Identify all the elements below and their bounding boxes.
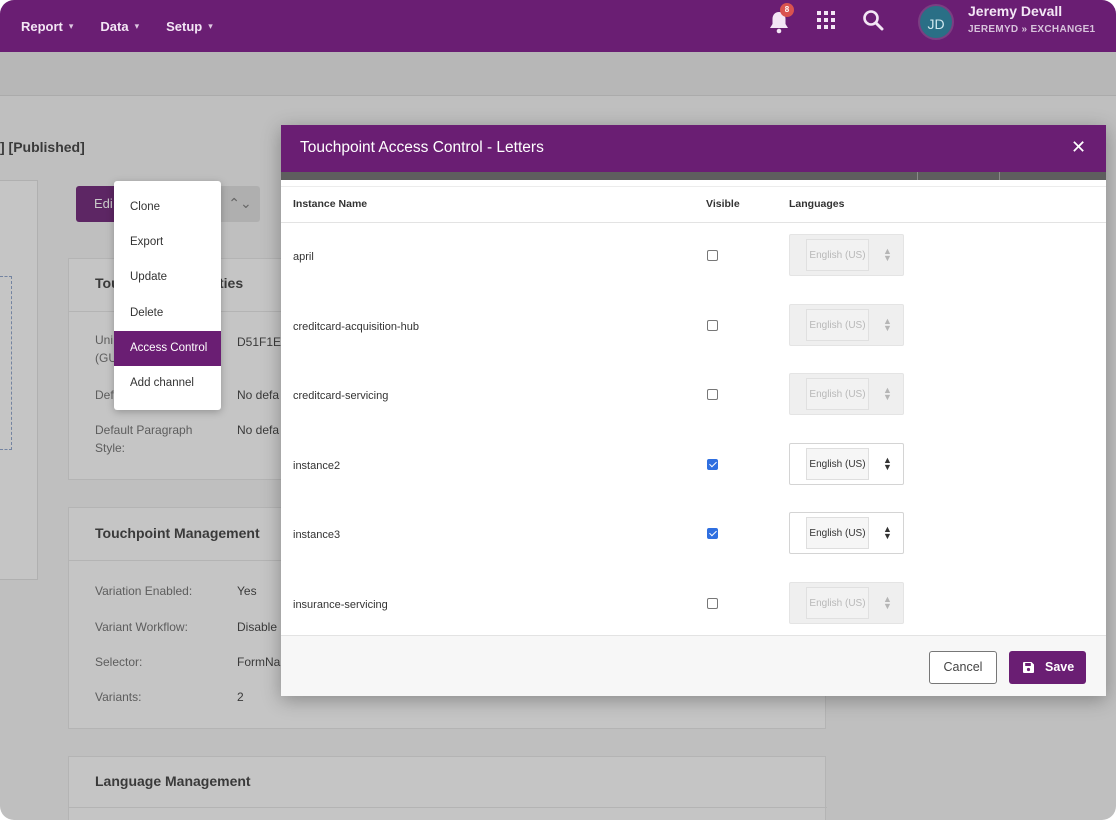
table-row: creditcard-servicing English (US) ▲ ▼ [281, 362, 1106, 432]
table-row: creditcard-acquisition-hub English (US) … [281, 293, 1106, 363]
instance-name: insurance-servicing [293, 598, 388, 611]
menu-item-export[interactable]: Export [114, 225, 221, 260]
menu-item-access-control[interactable]: Access Control [114, 331, 221, 366]
menu-item-add-channel[interactable]: Add channel [114, 366, 221, 401]
top-nav: Report ▾ Data ▾ Setup ▾ 8 JD Jeremy Deva… [0, 0, 1116, 52]
sort-arrows-icon: ▲ ▼ [883, 385, 892, 402]
instance-name: creditcard-acquisition-hub [293, 320, 419, 333]
sort-arrows-icon: ▲ ▼ [883, 246, 892, 263]
instance-name: instance3 [293, 529, 341, 541]
cancel-button[interactable]: Cancel [929, 651, 997, 684]
sort-arrows-icon: ▲ ▼ [883, 593, 892, 611]
language-select-value: English (US) [806, 239, 869, 271]
column-header-instance-name: Instance Name [293, 198, 368, 210]
app-window: Report ▾ Data ▾ Setup ▾ 8 JD Jeremy Deva… [0, 0, 1116, 820]
save-button[interactable]: Save [1009, 651, 1086, 684]
table-row: april English (US) ▲ ▼ [281, 223, 1106, 293]
modal-footer: Cancel Save [281, 635, 1106, 696]
language-select-value: English (US) [806, 378, 869, 410]
visible-checkbox[interactable] [707, 319, 718, 331]
table-row: insurance-servicing English (US) ▲ ▼ [281, 571, 1106, 641]
floppy-disk-icon [1023, 662, 1034, 673]
menu-item-delete[interactable]: Delete [114, 296, 221, 331]
modal-header: Touchpoint Access Control - Letters ✕ [281, 125, 1106, 172]
divider [281, 180, 1106, 187]
column-header-visible: Visible [706, 198, 740, 210]
language-select-value: English (US) [806, 447, 869, 480]
nav-report-menu[interactable]: Report ▾ [21, 19, 73, 34]
search-icon[interactable] [862, 9, 884, 31]
menu-item-clone[interactable]: Clone [114, 190, 221, 225]
visible-checkbox[interactable] [707, 458, 718, 470]
sort-arrows-icon: ▲ ▼ [883, 315, 892, 333]
close-icon[interactable]: ✕ [1071, 137, 1086, 158]
modal-title: Touchpoint Access Control - Letters [300, 139, 544, 156]
instance-name: instance2 [293, 459, 341, 472]
chevron-down-icon: ▾ [68, 20, 74, 31]
language-select-value: English (US) [806, 517, 869, 549]
user-name[interactable]: Jeremy Devall [968, 3, 1062, 19]
save-button-label: Save [1045, 660, 1075, 674]
language-select: English (US) ▲ ▼ [789, 303, 904, 346]
access-control-modal: Touchpoint Access Control - Letters ✕ In… [281, 125, 1106, 696]
scroll-header-strip [281, 172, 1106, 180]
instance-name: april [293, 251, 314, 263]
table-row: instance2 English (US) ▲ ▼ [281, 432, 1106, 502]
nav-setup-label: Setup [166, 18, 203, 34]
chevron-down-icon: ▾ [134, 20, 140, 31]
visible-checkbox[interactable] [707, 597, 718, 609]
nav-data-label: Data [100, 18, 129, 34]
table-header: Instance Name Visible Languages [281, 187, 1106, 223]
apps-grid-icon[interactable] [816, 10, 836, 30]
visible-checkbox[interactable] [707, 389, 718, 400]
menu-item-update[interactable]: Update [114, 260, 221, 295]
sort-arrows-icon: ▲ ▼ [883, 524, 892, 541]
visible-checkbox[interactable] [707, 250, 718, 261]
column-header-languages: Languages [789, 198, 845, 210]
sort-arrows-icon: ▲ ▼ [883, 454, 892, 472]
chevron-down-icon: ▾ [208, 20, 213, 31]
instance-name: creditcard-servicing [293, 390, 389, 402]
avatar[interactable]: JD [918, 4, 954, 40]
nav-setup-menu[interactable]: Setup ▾ [166, 19, 213, 34]
actions-menu: Clone Export Update Delete Access Contro… [114, 181, 221, 410]
visible-checkbox[interactable] [707, 528, 718, 539]
language-select-value: English (US) [806, 586, 869, 619]
nav-report-label: Report [21, 18, 63, 34]
language-select: English (US) ▲ ▼ [789, 234, 904, 276]
language-select: English (US) ▲ ▼ [789, 373, 904, 415]
notification-badge: 8 [780, 3, 794, 17]
language-select[interactable]: English (US) ▲ ▼ [789, 512, 904, 554]
nav-data-menu[interactable]: Data ▾ [100, 19, 139, 34]
language-select: English (US) ▲ ▼ [789, 581, 904, 624]
user-path: JEREMYD » EXCHANGE1 [968, 24, 1096, 35]
language-select[interactable]: English (US) ▲ ▼ [789, 442, 904, 485]
table-row: instance3 English (US) ▲ ▼ [281, 501, 1106, 571]
language-select-value: English (US) [806, 308, 869, 341]
